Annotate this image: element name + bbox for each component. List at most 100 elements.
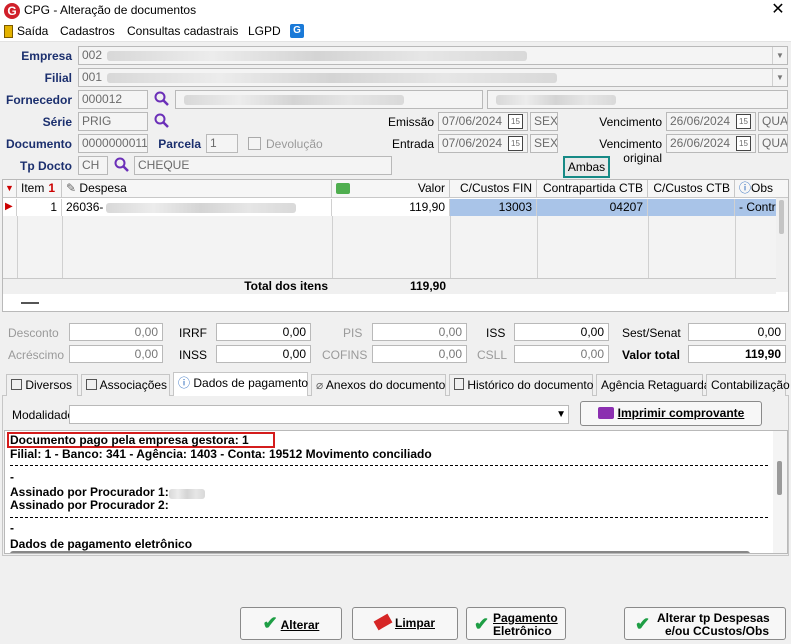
alterar-button[interactable]: ✔ Alterar [240, 607, 342, 640]
filial-field[interactable]: 001 ▼ [78, 68, 788, 87]
payment-line-4: Assinado por Procurador 1: [10, 485, 169, 499]
valortotal-label: Valor total [622, 348, 681, 362]
parcela-field[interactable]: 1 [206, 134, 238, 153]
vencimento-label: Vencimento [599, 115, 662, 129]
alterar-tp-label-1: Alterar tp Despesas [657, 611, 770, 625]
menu-lgpd[interactable]: LGPD [248, 24, 281, 38]
venc-original-field[interactable]: 26/06/2024 15 [666, 134, 756, 153]
cell-despesa[interactable]: 26036- [62, 199, 332, 216]
col-divider [450, 216, 451, 278]
printer-icon [597, 407, 614, 419]
col-header-ccctb[interactable]: C/Custos CTB [648, 180, 735, 198]
chevron-down-icon[interactable]: ▼ [772, 47, 787, 64]
fornecedor-code-field[interactable]: 000012 [78, 90, 148, 109]
tpdocto-label: Tp Docto [20, 159, 72, 173]
grid-scrollbar[interactable] [776, 198, 788, 292]
iss-label: ISS [486, 326, 506, 340]
cell-valor[interactable]: 119,90 [332, 199, 450, 216]
pis-field[interactable]: 0,00 [372, 323, 467, 341]
tab-dados-pagamento[interactable]: ⓘ Dados de pagamento [173, 372, 308, 396]
tab-agencia-retaguarda[interactable]: Agência Retaguarda [596, 374, 710, 396]
pis-label: PIS [343, 326, 363, 340]
tab-contabilizacao[interactable]: Contabilização [706, 374, 790, 396]
entrada-field[interactable]: 07/06/2024 15 [438, 134, 528, 153]
calendar-icon[interactable]: 15 [508, 136, 523, 151]
app-g-icon[interactable]: G [290, 24, 304, 38]
irrf-field[interactable]: 0,00 [216, 323, 311, 341]
inss-field[interactable]: 0,00 [216, 345, 311, 363]
menu-saida[interactable]: Saída [17, 24, 48, 38]
venc-original-weekday: QUA [758, 134, 788, 153]
tpdocto-code-field[interactable]: CH [78, 156, 108, 175]
vencimento-field[interactable]: 26/06/2024 15 [666, 112, 756, 131]
documento-field[interactable]: 0000000011 [78, 134, 148, 153]
cell-ccctb[interactable] [648, 199, 735, 216]
tab-historico[interactable]: Histórico do documento [449, 374, 593, 396]
calendar-icon[interactable]: 15 [736, 136, 751, 151]
scroll-thumb[interactable] [777, 461, 782, 495]
acrescimo-field[interactable]: 0,00 [69, 345, 163, 363]
tab-diversos[interactable]: Diversos [6, 374, 78, 396]
eraser-icon [373, 613, 393, 631]
payment-details-text[interactable]: Documento pago pela empresa gestora: 1 F… [4, 430, 788, 554]
calendar-icon[interactable]: 15 [508, 114, 523, 129]
tab-dados-pagamento-label: Dados de pagamento [193, 376, 309, 390]
col-header-contrapartida[interactable]: Contrapartida CTB [537, 180, 648, 198]
checklist-icon [11, 379, 22, 390]
items-grid[interactable]: ▼ Item 1 ✎ Despesa Valor C/Custos FIN Con… [2, 179, 789, 312]
text-scrollbar[interactable] [773, 431, 787, 553]
calendar-icon[interactable]: 15 [736, 114, 751, 129]
empresa-field[interactable]: 002 ▼ [78, 46, 788, 65]
modalidade-select[interactable]: ▼ [69, 405, 569, 424]
tab-associacoes[interactable]: Associações [81, 374, 170, 396]
menu-consultas-cadastrais[interactable]: Consultas cadastrais [127, 24, 238, 38]
emissao-field[interactable]: 07/06/2024 15 [438, 112, 528, 131]
search-icon[interactable] [154, 113, 170, 129]
cell-ccfin[interactable]: 13003 [450, 199, 537, 216]
chevron-down-icon[interactable]: ▼ [556, 409, 566, 420]
col-header-despesa[interactable]: ✎ Despesa [62, 180, 332, 198]
fornecedor-label: Fornecedor [5, 93, 72, 107]
devolucao-checkbox[interactable] [248, 137, 261, 150]
print-receipt-button[interactable]: Imprimir comprovante [580, 401, 762, 426]
sestsenat-field[interactable]: 0,00 [688, 323, 786, 341]
collapse-handle[interactable] [21, 302, 39, 304]
documento-label: Documento [6, 137, 72, 151]
exit-door-icon [4, 25, 13, 38]
info-icon: ⓘ [178, 376, 191, 390]
col-header-ccfin[interactable]: C/Custos FIN [450, 180, 537, 198]
close-icon[interactable]: ✕ [768, 0, 788, 20]
cell-obs[interactable]: - Contra [735, 199, 777, 216]
csll-field[interactable]: 0,00 [514, 345, 609, 363]
scroll-thumb[interactable] [779, 200, 784, 234]
search-icon[interactable] [154, 91, 170, 107]
payment-line-6: - [10, 521, 14, 535]
col-divider [735, 216, 736, 278]
cofins-field[interactable]: 0,00 [372, 345, 467, 363]
valortotal-field: 119,90 [688, 345, 786, 363]
col-header-valor[interactable]: Valor [332, 180, 450, 198]
menu-cadastros[interactable]: Cadastros [60, 24, 115, 38]
cell-item[interactable]: 1 [17, 199, 62, 216]
pagamento-label-1: Pagamento [493, 611, 558, 625]
tab-associacoes-label: Associações [99, 378, 168, 392]
limpar-label: Limpar [394, 616, 435, 630]
pagamento-eletronico-button[interactable]: ✔ Pagamento Eletrônico [466, 607, 566, 640]
payment-line-7: Dados de pagamento eletrônico [10, 537, 193, 551]
payment-line-3: - [10, 470, 14, 484]
search-icon[interactable] [114, 157, 130, 173]
cell-contrapartida[interactable]: 04207 [537, 199, 648, 216]
col-valor-label: Valor [417, 181, 445, 195]
iss-field[interactable]: 0,00 [514, 323, 609, 341]
tab-historico-label: Histórico do documento [467, 378, 594, 392]
limpar-button[interactable]: Limpar [352, 607, 458, 640]
chevron-down-icon[interactable]: ▼ [772, 69, 787, 86]
alterar-tp-despesas-button[interactable]: ✔ Alterar tp Despesas e/ou CCustos/Obs [624, 607, 786, 640]
separator-line [10, 517, 768, 518]
col-header-item[interactable]: Item 1 [17, 180, 62, 198]
col-header-obs[interactable]: ⓘObs [735, 180, 788, 198]
ambas-indicator[interactable]: Ambas [563, 156, 610, 178]
serie-field[interactable]: PRIG [78, 112, 148, 131]
tab-anexos[interactable]: ⌀ Anexos do documento [311, 374, 446, 396]
desconto-field[interactable]: 0,00 [69, 323, 163, 341]
